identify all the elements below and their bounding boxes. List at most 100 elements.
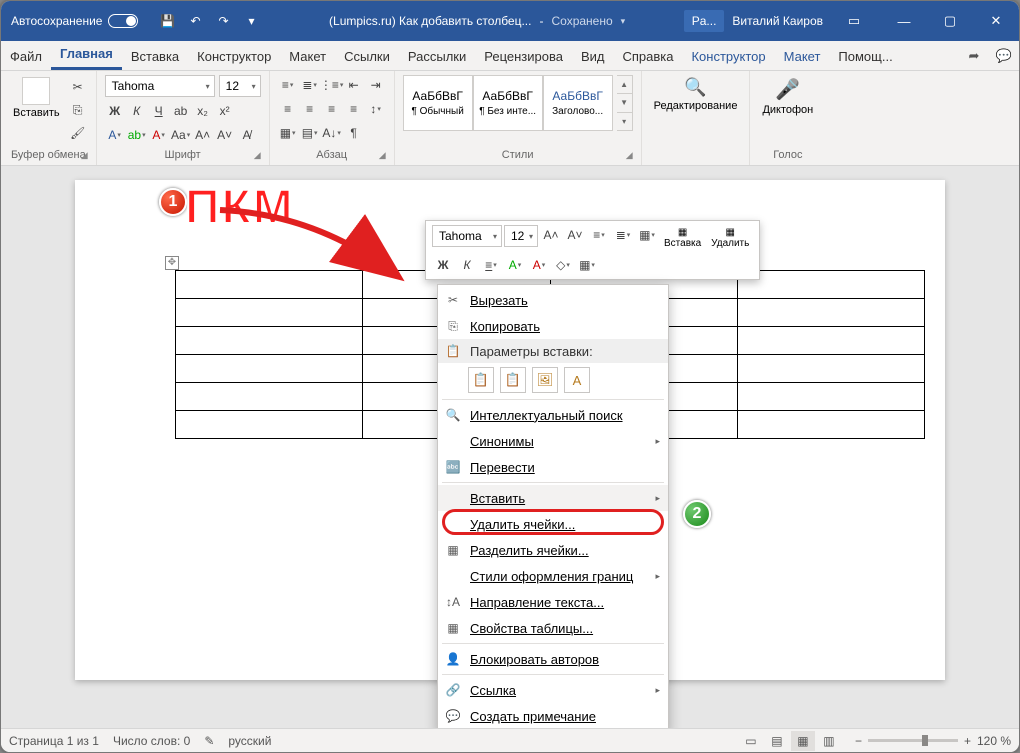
ctx-smart-lookup[interactable]: 🔍Интеллектуальный поиск xyxy=(438,402,668,428)
dialog-launcher-icon[interactable]: ◢ xyxy=(626,150,633,161)
bullets-icon[interactable]: ≡ xyxy=(278,75,298,95)
underline-icon[interactable]: Ч xyxy=(149,101,169,121)
line-spacing-icon[interactable]: ↕ xyxy=(366,99,386,119)
tab-table-design[interactable]: Конструктор xyxy=(682,43,774,70)
dialog-launcher-icon[interactable]: ◢ xyxy=(379,150,386,161)
ctx-text-direction[interactable]: ↕AНаправление текста... xyxy=(438,589,668,615)
status-page[interactable]: Страница 1 из 1 xyxy=(9,734,99,748)
mini-highlight-icon[interactable]: A xyxy=(504,255,526,275)
ctx-link[interactable]: 🔗Ссылка▸ xyxy=(438,677,668,703)
text-effects-icon[interactable]: A xyxy=(105,125,125,145)
tab-references[interactable]: Ссылки xyxy=(335,43,399,70)
mini-numbering-icon[interactable]: ≣ xyxy=(612,225,634,245)
ribbon-options-icon[interactable]: ▭ xyxy=(831,1,877,41)
font-combo[interactable]: Tahoma xyxy=(105,75,215,97)
mini-delete-button[interactable]: ▦Удалить xyxy=(707,225,753,251)
editing-button[interactable]: 🔍 Редактирование xyxy=(650,75,742,114)
tab-home[interactable]: Главная xyxy=(51,40,122,70)
status-words[interactable]: Число слов: 0 xyxy=(113,734,190,748)
copy-icon[interactable]: ⎘ xyxy=(68,100,88,120)
align-justify-icon[interactable]: ≡ xyxy=(344,99,364,119)
format-painter-icon[interactable]: 🖌 xyxy=(68,123,88,143)
ctx-insert[interactable]: Вставить▸ xyxy=(438,485,668,511)
paste-picture-icon[interactable]: 🖼 xyxy=(532,367,558,393)
paste-merge-icon[interactable]: 📋 xyxy=(500,367,526,393)
highlight-icon[interactable]: ab xyxy=(127,125,147,145)
ctx-copy[interactable]: ⎘Копировать xyxy=(438,313,668,339)
mini-bullets-icon[interactable]: ≡ xyxy=(588,225,610,245)
ctx-table-props[interactable]: ▦Свойства таблицы... xyxy=(438,615,668,641)
zoom-slider[interactable] xyxy=(868,739,958,742)
mini-insert-button[interactable]: ▦Вставка xyxy=(660,225,705,251)
redo-icon[interactable]: ↷ xyxy=(212,10,234,32)
paste-button[interactable]: Вставить xyxy=(9,75,64,121)
tab-design[interactable]: Конструктор xyxy=(188,43,280,70)
view-web-icon[interactable]: ▥ xyxy=(817,731,841,751)
change-case-icon[interactable]: Aa xyxy=(171,125,191,145)
numbering-icon[interactable]: ≣ xyxy=(300,75,320,95)
mini-shrink-font-icon[interactable]: A˅ xyxy=(564,225,586,245)
view-focus-icon[interactable]: ▭ xyxy=(739,731,763,751)
comments-button[interactable]: 💬 xyxy=(989,42,1019,70)
italic-icon[interactable]: К xyxy=(127,101,147,121)
status-language[interactable]: русский xyxy=(228,734,271,748)
dictate-button[interactable]: 🎤 Диктофон xyxy=(758,75,817,118)
tab-layout[interactable]: Макет xyxy=(280,43,335,70)
mini-underline-icon[interactable]: ≡ xyxy=(480,255,502,275)
ctx-border-styles[interactable]: Стили оформления границ▸ xyxy=(438,563,668,589)
strike-icon[interactable]: ab xyxy=(171,101,191,121)
status-proofing-icon[interactable]: ✎ xyxy=(204,734,214,748)
bold-icon[interactable]: Ж xyxy=(105,101,125,121)
tab-file[interactable]: Файл xyxy=(1,43,51,70)
zoom-value[interactable]: 120 % xyxy=(977,734,1011,748)
tab-help[interactable]: Справка xyxy=(613,43,682,70)
superscript-icon[interactable]: x² xyxy=(215,101,235,121)
mini-font-color-icon[interactable]: A xyxy=(528,255,550,275)
clear-format-icon[interactable]: A̸ xyxy=(237,125,257,145)
tab-mailings[interactable]: Рассылки xyxy=(399,43,475,70)
tab-review[interactable]: Рецензирова xyxy=(475,43,572,70)
mini-size-combo[interactable]: 12 xyxy=(504,225,538,247)
style-normal[interactable]: АаБбВвГ¶ Обычный xyxy=(403,75,473,131)
align-right-icon[interactable]: ≡ xyxy=(322,99,342,119)
mini-font-combo[interactable]: Tahoma xyxy=(432,225,502,247)
ctx-delete-cells[interactable]: Удалить ячейки... xyxy=(438,511,668,537)
font-size-combo[interactable]: 12 xyxy=(219,75,261,97)
show-marks-icon[interactable]: ¶ xyxy=(344,123,364,143)
outdent-icon[interactable]: ⇤ xyxy=(344,75,364,95)
view-read-icon[interactable]: ▤ xyxy=(765,731,789,751)
multilevel-icon[interactable]: ⋮≡ xyxy=(322,75,342,95)
mini-grow-font-icon[interactable]: A˄ xyxy=(540,225,562,245)
sort-icon[interactable]: A↓ xyxy=(322,123,342,143)
ctx-split-cells[interactable]: ▦Разделить ячейки... xyxy=(438,537,668,563)
maximize-button[interactable]: ▢ xyxy=(927,1,973,41)
user-badge[interactable]: Pa... xyxy=(684,10,725,32)
align-left-icon[interactable]: ≡ xyxy=(278,99,298,119)
close-button[interactable]: ✕ xyxy=(973,1,1019,41)
paste-keep-source-icon[interactable]: 📋 xyxy=(468,367,494,393)
tab-table-layout[interactable]: Макет xyxy=(775,43,830,70)
zoom-out-button[interactable]: − xyxy=(855,734,862,748)
dialog-launcher-icon[interactable]: ◢ xyxy=(254,150,261,161)
cut-icon[interactable]: ✂ xyxy=(68,77,88,97)
indent-icon[interactable]: ⇥ xyxy=(366,75,386,95)
zoom-in-button[interactable]: + xyxy=(964,734,971,748)
ctx-cut[interactable]: ✂Вырезать xyxy=(438,287,668,313)
mini-borders-icon[interactable]: ▦ xyxy=(576,255,598,275)
table-move-handle-icon[interactable]: ✥ xyxy=(165,256,179,270)
font-color-icon[interactable]: A xyxy=(149,125,169,145)
align-center-icon[interactable]: ≡ xyxy=(300,99,320,119)
dialog-launcher-icon[interactable]: ◢ xyxy=(81,150,88,161)
ctx-synonyms[interactable]: Синонимы▸ xyxy=(438,428,668,454)
mini-bold-icon[interactable]: Ж xyxy=(432,255,454,275)
minimize-button[interactable]: — xyxy=(881,1,927,41)
ctx-new-comment[interactable]: 💬Создать примечание xyxy=(438,703,668,728)
mini-italic-icon[interactable]: К xyxy=(456,255,478,275)
ctx-lock-authors[interactable]: 👤Блокировать авторов xyxy=(438,646,668,672)
autosave-toggle[interactable]: Автосохранение xyxy=(1,14,148,28)
view-print-icon[interactable]: ▦ xyxy=(791,731,815,751)
qat-dropdown-icon[interactable]: ▾ xyxy=(240,10,262,32)
save-icon[interactable]: 💾 xyxy=(156,10,178,32)
subscript-icon[interactable]: x₂ xyxy=(193,101,213,121)
mini-shading-icon[interactable]: ◇ xyxy=(552,255,574,275)
